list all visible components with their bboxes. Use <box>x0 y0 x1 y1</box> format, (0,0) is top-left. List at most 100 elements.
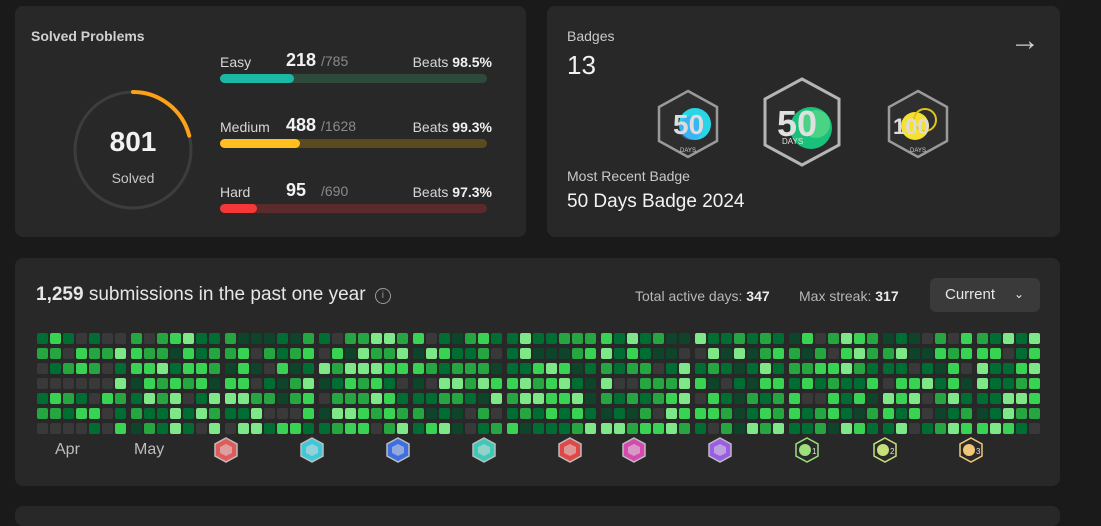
heatmap-cell[interactable] <box>747 348 758 359</box>
heatmap-cell[interactable] <box>559 378 570 389</box>
heatmap-cell[interactable] <box>426 333 437 344</box>
heatmap-cell[interactable] <box>50 408 61 419</box>
heatmap-cell[interactable] <box>854 348 865 359</box>
heatmap-cell[interactable] <box>601 393 612 404</box>
monthly-badge-icon[interactable] <box>385 437 411 463</box>
heatmap-cell[interactable] <box>533 378 544 389</box>
heatmap-cell[interactable] <box>157 393 168 404</box>
heatmap-cell[interactable] <box>465 393 476 404</box>
heatmap-cell[interactable] <box>747 363 758 374</box>
monthly-badge-icon[interactable] <box>299 437 325 463</box>
heatmap-cell[interactable] <box>627 393 638 404</box>
heatmap-cell[interactable] <box>478 378 489 389</box>
heatmap-cell[interactable] <box>922 378 933 389</box>
heatmap-cell[interactable] <box>1003 348 1014 359</box>
heatmap-cell[interactable] <box>533 408 544 419</box>
heatmap-cell[interactable] <box>264 378 275 389</box>
badge-item[interactable]: 50 DAYS <box>655 88 721 165</box>
heatmap-cell[interactable] <box>238 423 249 434</box>
heatmap-cell[interactable] <box>183 333 194 344</box>
heatmap-cell[interactable] <box>384 423 395 434</box>
heatmap-cell[interactable] <box>815 423 826 434</box>
difficulty-medium[interactable]: Medium 488 /1628 Beats 99.3% <box>220 115 492 159</box>
heatmap-cell[interactable] <box>413 423 424 434</box>
heatmap-cell[interactable] <box>747 393 758 404</box>
heatmap-cell[interactable] <box>491 348 502 359</box>
heatmap-cell[interactable] <box>789 408 800 419</box>
heatmap-cell[interactable] <box>131 393 142 404</box>
heatmap-cell[interactable] <box>332 333 343 344</box>
heatmap-cell[interactable] <box>695 348 706 359</box>
heatmap-cell[interactable] <box>303 393 314 404</box>
heatmap-cell[interactable] <box>209 408 220 419</box>
heatmap-cell[interactable] <box>977 363 988 374</box>
heatmap-cell[interactable] <box>371 423 382 434</box>
heatmap-cell[interactable] <box>157 423 168 434</box>
heatmap-cell[interactable] <box>115 378 126 389</box>
heatmap-cell[interactable] <box>358 423 369 434</box>
heatmap-cell[interactable] <box>815 378 826 389</box>
heatmap-cell[interactable] <box>251 348 262 359</box>
heatmap-cell[interactable] <box>478 333 489 344</box>
heatmap-cell[interactable] <box>157 378 168 389</box>
heatmap-cell[interactable] <box>896 378 907 389</box>
heatmap-cell[interactable] <box>721 423 732 434</box>
heatmap-cell[interactable] <box>157 333 168 344</box>
heatmap-cell[interactable] <box>209 363 220 374</box>
heatmap-cell[interactable] <box>883 363 894 374</box>
heatmap-cell[interactable] <box>345 363 356 374</box>
heatmap-cell[interactable] <box>507 333 518 344</box>
heatmap-cell[interactable] <box>614 408 625 419</box>
heatmap-cell[interactable] <box>290 423 301 434</box>
heatmap-cell[interactable] <box>627 378 638 389</box>
heatmap-cell[interactable] <box>102 348 113 359</box>
heatmap-cell[interactable] <box>1003 393 1014 404</box>
heatmap-cell[interactable] <box>773 363 784 374</box>
heatmap-cell[interactable] <box>1029 408 1040 419</box>
heatmap-cell[interactable] <box>465 333 476 344</box>
heatmap-cell[interactable] <box>734 423 745 434</box>
heatmap-cell[interactable] <box>439 363 450 374</box>
heatmap-cell[interactable] <box>183 408 194 419</box>
heatmap-cell[interactable] <box>319 348 330 359</box>
heatmap-cell[interactable] <box>371 408 382 419</box>
heatmap-cell[interactable] <box>935 363 946 374</box>
heatmap-cell[interactable] <box>666 348 677 359</box>
heatmap-cell[interactable] <box>572 333 583 344</box>
heatmap-cell[interactable] <box>131 363 142 374</box>
heatmap-cell[interactable] <box>426 348 437 359</box>
heatmap-cell[interactable] <box>935 348 946 359</box>
heatmap-cell[interactable] <box>721 378 732 389</box>
heatmap-cell[interactable] <box>653 348 664 359</box>
heatmap-cell[interactable] <box>948 348 959 359</box>
heatmap-cell[interactable] <box>332 363 343 374</box>
heatmap-cell[interactable] <box>708 423 719 434</box>
heatmap-cell[interactable] <box>948 363 959 374</box>
heatmap-cell[interactable] <box>666 393 677 404</box>
heatmap-cell[interactable] <box>89 393 100 404</box>
heatmap-cell[interactable] <box>251 408 262 419</box>
heatmap-cell[interactable] <box>546 378 557 389</box>
heatmap-cell[interactable] <box>854 408 865 419</box>
heatmap-cell[interactable] <box>614 423 625 434</box>
heatmap-cell[interactable] <box>546 408 557 419</box>
heatmap-cell[interactable] <box>802 423 813 434</box>
heatmap-cell[interactable] <box>559 333 570 344</box>
heatmap-cell[interactable] <box>63 423 74 434</box>
heatmap-cell[interactable] <box>601 348 612 359</box>
heatmap-cell[interactable] <box>332 393 343 404</box>
heatmap-cell[interactable] <box>990 408 1001 419</box>
heatmap-cell[interactable] <box>303 333 314 344</box>
heatmap-cell[interactable] <box>1016 333 1027 344</box>
heatmap-cell[interactable] <box>63 378 74 389</box>
heatmap-cell[interactable] <box>935 408 946 419</box>
heatmap-cell[interactable] <box>183 378 194 389</box>
heatmap-cell[interactable] <box>559 393 570 404</box>
heatmap-cell[interactable] <box>76 348 87 359</box>
heatmap-cell[interactable] <box>854 393 865 404</box>
heatmap-cell[interactable] <box>332 348 343 359</box>
heatmap-cell[interactable] <box>76 363 87 374</box>
heatmap-cell[interactable] <box>546 393 557 404</box>
heatmap-cell[interactable] <box>89 333 100 344</box>
heatmap-cell[interactable] <box>209 423 220 434</box>
